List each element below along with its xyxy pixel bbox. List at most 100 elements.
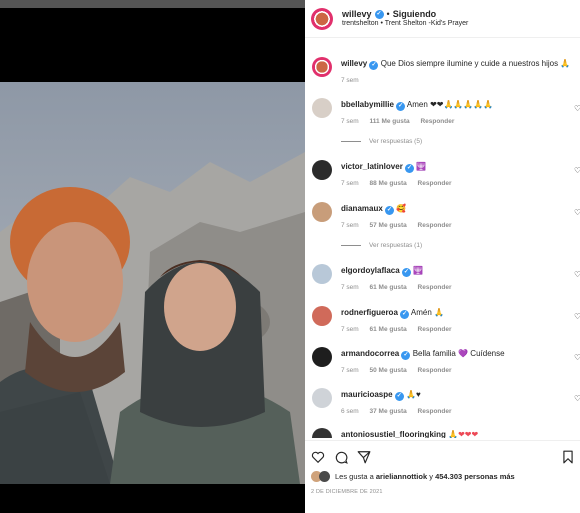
view-replies-button[interactable]: Ver respuestas (1) (341, 242, 422, 249)
reply-button[interactable]: Responder (418, 408, 452, 415)
comment-text-2: Cuídense (470, 349, 505, 358)
top-strip (0, 0, 305, 8)
praying-hands-icon: 🙏 (560, 59, 571, 68)
comments-list[interactable]: willevy ✓ Que Dios siempre ilumine y cui… (305, 38, 580, 438)
comment-username[interactable]: dianamaux (341, 204, 383, 213)
likes-summary[interactable]: Les gusta a arieliannottiok y 454.303 pe… (311, 471, 515, 482)
commenter-avatar[interactable] (312, 264, 332, 284)
verified-badge-icon: ✓ (405, 164, 415, 173)
small-heart-icon[interactable]: ♡ (574, 353, 580, 362)
comment-username[interactable]: armandocorrea (341, 349, 399, 358)
comment-likes[interactable]: 61 Me gusta (370, 284, 407, 291)
paper-plane-icon[interactable] (357, 450, 371, 464)
verified-badge-icon: ✓ (394, 392, 404, 401)
verified-badge-icon: ✓ (374, 9, 384, 19)
comment-emoji: 🕎 (416, 162, 427, 171)
caption-text: Que Dios siempre ilumine y cuide a nuest… (380, 59, 559, 68)
verified-badge-icon: ✓ (401, 351, 411, 360)
reply-button[interactable]: Responder (418, 284, 452, 291)
comment-time: 7 sem (341, 222, 359, 229)
small-heart-icon[interactable]: ♡ (574, 208, 580, 217)
author-avatar[interactable] (311, 7, 333, 30)
small-heart-icon[interactable]: ♡ (574, 166, 580, 175)
comment-emoji: 🥰 (396, 204, 407, 213)
bookmark-icon[interactable] (561, 450, 575, 464)
comment-time: 7 sem (341, 180, 359, 187)
comment-likes[interactable]: 57 Me gusta (370, 222, 407, 229)
author-username[interactable]: willevy (342, 9, 372, 19)
comment-emoji: 🕎 (413, 266, 424, 275)
comment-time: 6 sem (341, 408, 359, 415)
following-button[interactable]: Siguiendo (393, 9, 437, 19)
comment-emoji: 💜 (458, 349, 469, 358)
comment-username[interactable]: mauricioaspe (341, 390, 393, 399)
comment-username[interactable]: elgordoylaflaca (341, 266, 400, 275)
comment-text: Amen (406, 100, 428, 109)
comment-text: Bella familia (412, 349, 456, 358)
verified-badge-icon: ✓ (396, 102, 406, 111)
caption-avatar[interactable] (312, 57, 332, 77)
reply-button[interactable]: Responder (418, 180, 452, 187)
commenter-avatar[interactable] (312, 306, 332, 326)
audio-label[interactable]: trentshelton • Trent Shelton -Kid's Pray… (342, 20, 468, 28)
verified-badge-icon: ✓ (385, 206, 395, 215)
likes-count[interactable]: 454.303 personas más (435, 472, 515, 481)
verified-badge-icon: ✓ (369, 61, 379, 70)
view-replies-label: Ver respuestas (1) (369, 242, 423, 249)
separator-dot: • (386, 9, 390, 20)
comment-text: Amén (410, 308, 432, 317)
comment-time: 7 sem (341, 118, 359, 125)
comment-likes[interactable]: 111 Me gusta (370, 118, 410, 125)
replies-line (341, 141, 361, 142)
caption-username[interactable]: willevy (341, 59, 367, 68)
likes-prefix: Les gusta a (335, 472, 374, 481)
comment-username[interactable]: victor_latinlover (341, 162, 403, 171)
post-actions (305, 440, 580, 470)
comment-likes[interactable]: 88 Me gusta (370, 180, 407, 187)
view-replies-button[interactable]: Ver respuestas (5) (341, 138, 422, 145)
post-header: willevy ✓ • Siguiendo trentshelton • Tre… (305, 0, 580, 38)
commenter-avatar[interactable] (312, 347, 332, 367)
selfie-photo-illustration (0, 82, 305, 484)
comment-username[interactable]: bbellabymillie (341, 100, 394, 109)
commenter-avatar[interactable] (312, 98, 332, 118)
comment-emoji: 🙏♥ (406, 390, 421, 399)
liker-avatar (319, 471, 330, 482)
comment-bubble-icon[interactable] (334, 450, 348, 464)
verified-badge-icon: ✓ (400, 310, 410, 319)
commenter-avatar[interactable] (312, 202, 332, 222)
commenter-avatar[interactable] (312, 428, 332, 438)
small-heart-icon[interactable]: ♡ (574, 312, 580, 321)
small-heart-icon[interactable]: ♡ (574, 104, 580, 113)
replies-line (341, 245, 361, 246)
post-photo[interactable] (0, 82, 305, 484)
likes-user[interactable]: arieliannottiok (376, 472, 427, 481)
post-date[interactable]: 2 DE DICIEMBRE DE 2021 (311, 489, 383, 495)
reply-button[interactable]: Responder (418, 367, 452, 374)
comment-likes[interactable]: 61 Me gusta (370, 326, 407, 333)
post-media-pane (0, 0, 305, 513)
comment-time: 7 sem (341, 367, 359, 374)
view-replies-label: Ver respuestas (5) (369, 138, 423, 145)
comment-username[interactable]: antoniosustiel_flooringking (341, 430, 446, 438)
comment-likes[interactable]: 37 Me gusta (370, 408, 407, 415)
verified-badge-icon: ✓ (401, 268, 411, 277)
caption-time: 7 sem (341, 77, 359, 84)
commenter-avatar[interactable] (312, 388, 332, 408)
comment-username[interactable]: rodnerfigueroa (341, 308, 398, 317)
comment-likes[interactable]: 50 Me gusta (370, 367, 407, 374)
comment-emoji: 🙏 (434, 308, 445, 317)
post-sidebar: willevy ✓ • Siguiendo trentshelton • Tre… (305, 0, 580, 513)
comment-time: 7 sem (341, 326, 359, 333)
comment-time: 7 sem (341, 284, 359, 291)
small-heart-icon[interactable]: ♡ (574, 394, 580, 403)
reply-button[interactable]: Responder (418, 326, 452, 333)
likes-connector: y (429, 472, 433, 481)
reply-button[interactable]: Responder (418, 222, 452, 229)
commenter-avatar[interactable] (312, 160, 332, 180)
comment-emoji: ❤❤🙏🙏🙏🙏🙏 (430, 100, 494, 109)
small-heart-icon[interactable]: ♡ (574, 270, 580, 279)
reply-button[interactable]: Responder (420, 118, 454, 125)
heart-outline-icon[interactable] (311, 450, 325, 464)
comment-emoji: 🙏❤❤❤ (448, 430, 479, 438)
